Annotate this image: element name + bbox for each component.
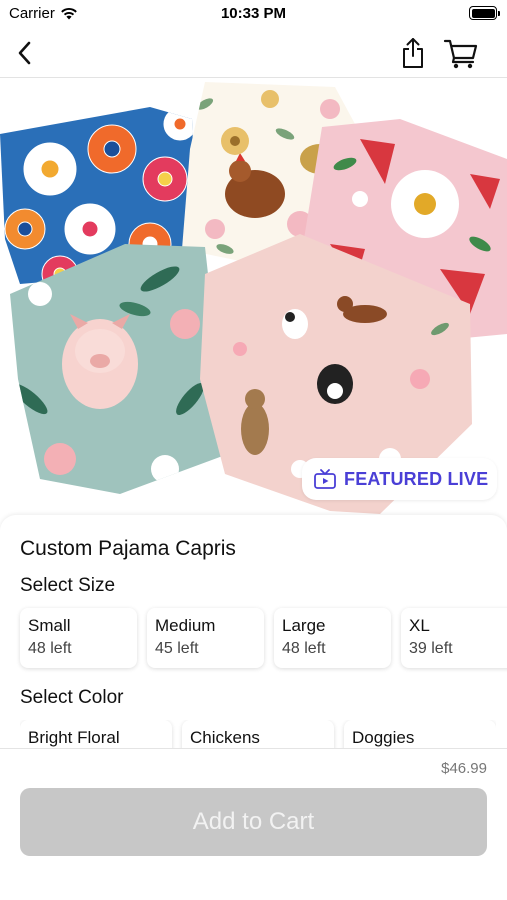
color-option-chickens[interactable]: Chickens	[182, 720, 334, 750]
share-button[interactable]	[394, 34, 432, 72]
size-stock: 48 left	[28, 640, 72, 657]
price-label: $46.99	[441, 760, 487, 777]
product-title: Custom Pajama Capris	[20, 537, 236, 560]
size-label: Small	[28, 616, 71, 635]
color-label: Bright Floral	[28, 728, 120, 747]
color-label: Doggies	[352, 728, 415, 747]
battery-level	[471, 8, 495, 18]
battery-icon	[469, 6, 500, 20]
cart-icon	[443, 39, 478, 69]
chevron-left-icon	[18, 41, 31, 65]
size-option-xl[interactable]: XL 39 left	[401, 608, 507, 668]
size-options: Small 48 left Medium 45 left Large 48 le…	[20, 608, 507, 668]
back-button[interactable]	[6, 34, 44, 72]
share-icon	[403, 38, 423, 68]
navigation-bar	[0, 28, 507, 78]
status-bar: Carrier 10:33 PM	[0, 0, 507, 28]
size-section-heading: Select Size	[20, 575, 116, 596]
cart-button[interactable]	[442, 34, 480, 72]
add-to-cart-button[interactable]: Add to Cart	[20, 788, 487, 856]
size-option-large[interactable]: Large 48 left	[274, 608, 391, 668]
color-option-bright-floral[interactable]: Bright Floral	[20, 720, 172, 750]
size-label: Medium	[155, 616, 216, 635]
color-section-heading: Select Color	[20, 687, 124, 708]
size-option-small[interactable]: Small 48 left	[20, 608, 137, 668]
color-label: Chickens	[190, 728, 260, 747]
size-label: XL	[409, 616, 430, 635]
size-stock: 39 left	[409, 640, 453, 657]
color-options: Bright Floral Chickens Doggies	[20, 720, 496, 750]
color-option-doggies[interactable]: Doggies	[344, 720, 496, 750]
status-time: 10:33 PM	[220, 5, 287, 22]
size-stock: 45 left	[155, 640, 199, 657]
size-stock: 48 left	[282, 640, 326, 657]
purchase-footer: $46.99 Add to Cart	[0, 748, 507, 900]
tv-play-icon	[314, 469, 336, 489]
size-option-medium[interactable]: Medium 45 left	[147, 608, 264, 668]
size-label: Large	[282, 616, 326, 635]
featured-live-label: FEATURED LIVE	[344, 468, 489, 489]
featured-live-badge: FEATURED LIVE	[302, 458, 497, 500]
